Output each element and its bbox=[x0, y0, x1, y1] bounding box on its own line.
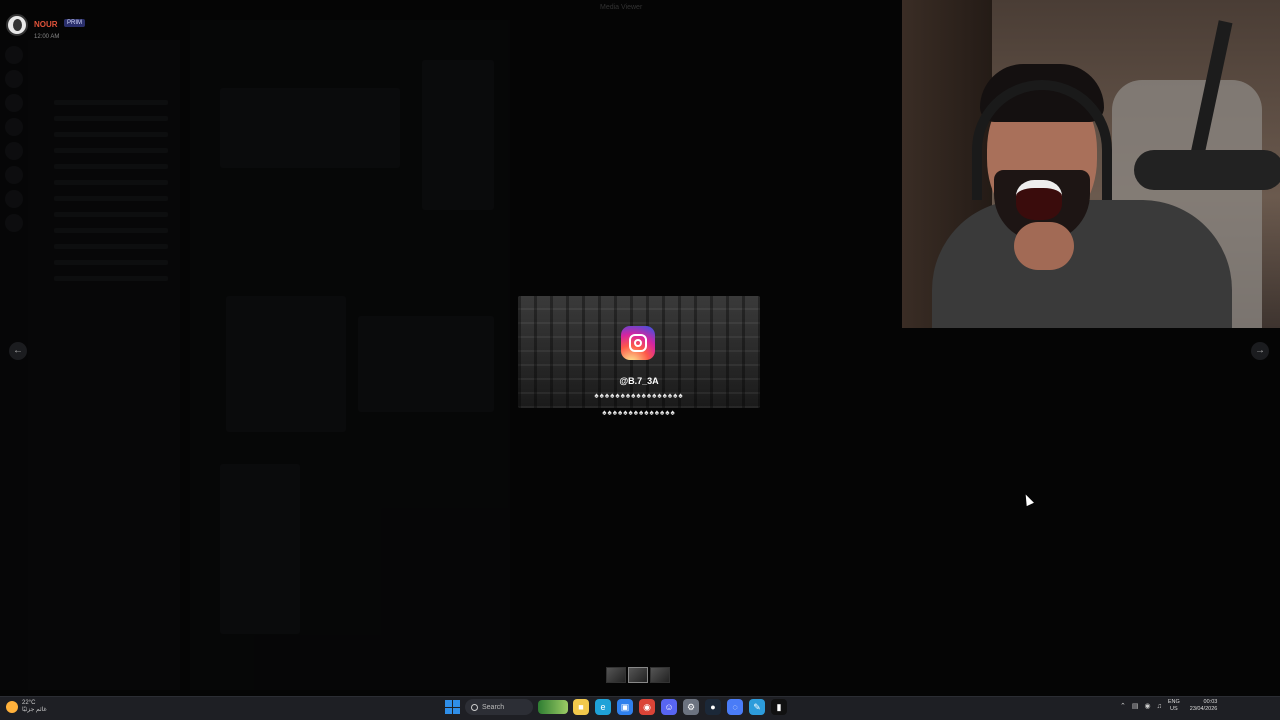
steam-icon[interactable]: ● bbox=[705, 699, 721, 715]
taskbar-apps: Search ■ e ▣ ◉ ☺ ⚙ ● ◌ ✎ ▮ bbox=[444, 699, 787, 715]
channel-list bbox=[28, 40, 180, 690]
avatar[interactable] bbox=[6, 14, 28, 36]
message-attachment bbox=[220, 464, 300, 634]
network-icon[interactable]: ▤ bbox=[1132, 702, 1139, 710]
channel-item bbox=[54, 196, 168, 201]
timestamp: 12:00 AM bbox=[34, 34, 60, 40]
next-button[interactable]: → bbox=[1251, 342, 1269, 360]
channel-item bbox=[54, 276, 168, 281]
channel-item bbox=[54, 100, 168, 105]
channel-item bbox=[54, 180, 168, 185]
start-button[interactable] bbox=[444, 699, 460, 715]
search-label: Search bbox=[482, 703, 505, 711]
message-attachment bbox=[220, 88, 400, 168]
system-tray: ⌃ ▤ ◉ ♫ ENG US 00:03 23/04/2026 bbox=[1120, 699, 1217, 713]
weather-description: غائم جزئيًا bbox=[22, 707, 47, 713]
clock[interactable]: 00:03 23/04/2026 bbox=[1190, 699, 1218, 713]
server-icon bbox=[5, 118, 23, 136]
thumbnail-strip bbox=[606, 667, 670, 683]
terminal-icon[interactable]: ▮ bbox=[771, 699, 787, 715]
server-icon bbox=[5, 46, 23, 64]
channel-item bbox=[54, 116, 168, 121]
caption-line: ♠♠♠♠♠♠♠♠♠♠♠♠♠♠♠♠♠ bbox=[594, 391, 684, 400]
streamer-mouth bbox=[1016, 180, 1062, 220]
messenger-icon[interactable]: ◌ bbox=[727, 699, 743, 715]
channel-item bbox=[54, 164, 168, 169]
previous-button[interactable]: ← bbox=[9, 342, 27, 360]
language-indicator[interactable]: ENG US bbox=[1168, 699, 1180, 713]
search-icon bbox=[471, 703, 478, 711]
file-explorer-icon[interactable]: ■ bbox=[573, 699, 589, 715]
channel-item bbox=[54, 212, 168, 217]
weather-temperature: 22°C bbox=[22, 700, 36, 706]
thumbnail[interactable] bbox=[606, 667, 626, 683]
instagram-icon bbox=[621, 326, 655, 360]
store-icon[interactable]: ▣ bbox=[617, 699, 633, 715]
lightbox-title: Media Viewer bbox=[600, 4, 643, 11]
chrome-icon[interactable]: ◉ bbox=[639, 699, 655, 715]
weather-widget[interactable]: 22°C غائم جزئيًا bbox=[6, 700, 47, 714]
volume-icon[interactable]: ♫ bbox=[1157, 703, 1162, 710]
paint-icon[interactable]: ✎ bbox=[749, 699, 765, 715]
webcam-overlay bbox=[902, 0, 1280, 328]
server-rail bbox=[0, 40, 28, 690]
chat-pane bbox=[190, 20, 510, 690]
language-code: ENG bbox=[1167, 699, 1180, 705]
tray-overflow-icon[interactable]: ⌃ bbox=[1120, 702, 1126, 710]
caption-line: ♠♠♠♠♠♠♠♠♠♠♠♠♠♠ bbox=[602, 408, 676, 417]
edge-icon[interactable]: e bbox=[595, 699, 611, 715]
discord-icon[interactable]: ☺ bbox=[661, 699, 677, 715]
channel-item bbox=[54, 132, 168, 137]
search-highlight-image bbox=[538, 700, 568, 714]
message-attachment bbox=[226, 296, 346, 432]
channel-item bbox=[54, 228, 168, 233]
message-attachment bbox=[358, 316, 494, 412]
server-icon bbox=[5, 166, 23, 184]
clock-time: 00:03 bbox=[1203, 699, 1218, 705]
weather-icon bbox=[6, 701, 18, 713]
clock-date: 23/04/2026 bbox=[1189, 706, 1218, 712]
region-code: US bbox=[1170, 706, 1178, 712]
microphone bbox=[1134, 150, 1280, 190]
channel-item bbox=[54, 148, 168, 153]
taskbar: 22°C غائم جزئيًا Search ■ e ▣ ◉ ☺ ⚙ ● ◌ ✎ ▮ ⌃ ▤ ◉… bbox=[0, 696, 1280, 720]
server-icon bbox=[5, 214, 23, 232]
streamer-hand bbox=[1014, 222, 1074, 270]
message-attachment bbox=[422, 60, 494, 210]
user-tag-badge: PRIM bbox=[64, 18, 86, 27]
screen: NOUR PRIM 12:00 AM Media Viewer @B.7_3A … bbox=[0, 0, 1280, 696]
taskbar-search[interactable]: Search bbox=[465, 699, 533, 715]
user-badge[interactable]: NOUR PRIM 12:00 AM bbox=[6, 14, 86, 40]
server-icon bbox=[5, 94, 23, 112]
media-preview[interactable]: @B.7_3A ♠♠♠♠♠♠♠♠♠♠♠♠♠♠♠♠♠ bbox=[518, 296, 760, 408]
server-icon bbox=[5, 70, 23, 88]
thumbnail-active[interactable] bbox=[628, 667, 648, 683]
channel-item bbox=[54, 260, 168, 265]
wifi-icon[interactable]: ◉ bbox=[1145, 702, 1151, 710]
thumbnail[interactable] bbox=[650, 667, 670, 683]
server-icon bbox=[5, 190, 23, 208]
user-name: NOUR bbox=[34, 20, 58, 29]
server-icon bbox=[5, 142, 23, 160]
channel-item bbox=[54, 244, 168, 249]
settings-icon[interactable]: ⚙ bbox=[683, 699, 699, 715]
instagram-handle: @B.7_3A bbox=[619, 376, 659, 386]
pinned-apps: ■ e ▣ ◉ ☺ ⚙ ● ◌ ✎ ▮ bbox=[573, 699, 787, 715]
